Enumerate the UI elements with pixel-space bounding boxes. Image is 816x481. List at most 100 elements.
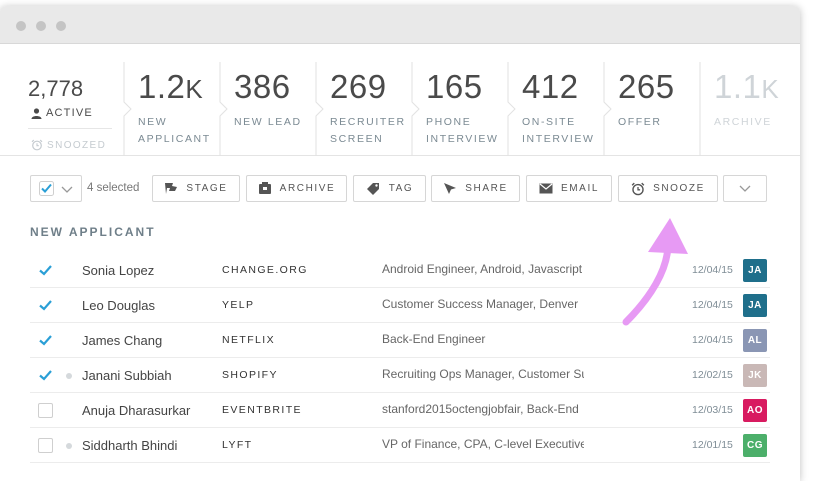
window-close-dot[interactable] (16, 21, 26, 31)
stage-label: NEW LEAD (234, 116, 302, 128)
archive-box-icon (258, 182, 271, 194)
candidate-name[interactable]: Leo Douglas (82, 298, 155, 313)
archive-button-label: ARCHIVE (279, 183, 336, 194)
stage-new-applicant[interactable]: 1.2K NEW APPLICANT (138, 52, 216, 156)
stage-label: RECRUITER SCREEN (330, 116, 406, 145)
stage-count: 269 (330, 68, 387, 105)
presence-dot-icon (66, 373, 72, 379)
candidate-company: YELP (222, 299, 255, 311)
candidate-company: EVENTBRITE (222, 404, 302, 416)
share-button[interactable]: SHARE (431, 175, 520, 202)
chevron-divider-icon (219, 62, 228, 156)
snooze-button-label: SNOOZE (653, 183, 705, 194)
annotation-arrow-icon (622, 218, 688, 326)
chevron-down-icon (739, 185, 751, 192)
stage-count: 412 (522, 68, 579, 105)
stage-count: 1.2 (138, 68, 186, 105)
row-checkbox[interactable] (38, 403, 53, 418)
row-checkbox-checked[interactable] (38, 333, 53, 348)
pipeline-stages: 1.2K NEW APPLICANT 386 NEW LEAD 269 RECR… (0, 52, 800, 156)
snooze-button[interactable]: SNOOZE (618, 175, 718, 202)
flag-icon (165, 183, 178, 194)
avatar[interactable]: AO (743, 399, 767, 422)
alarm-clock-icon (631, 182, 645, 195)
table-row[interactable]: Siddharth Bhindi LYFT VP of Finance, CPA, … (30, 428, 770, 463)
archive-button[interactable]: ARCHIVE (246, 175, 347, 202)
bulk-action-toolbar: 4 selected STAGE ARCHIVE TAG SHARE EMAIL… (30, 175, 770, 202)
candidate-role: stanford2015octengjobfair, Back-End (382, 402, 579, 416)
more-actions-button[interactable] (723, 175, 767, 202)
candidate-role: Android Engineer, Android, Javascript (382, 262, 583, 276)
candidate-name[interactable]: Anuja Dharasurkar (82, 403, 190, 418)
stage-button-label: STAGE (186, 183, 228, 194)
email-button-label: EMAIL (560, 183, 599, 194)
candidate-company: CHANGE.ORG (222, 264, 308, 276)
stage-archive[interactable]: 1.1K ARCHIVE (714, 52, 792, 156)
candidate-date: 12/04/15 (692, 334, 733, 346)
envelope-icon (539, 183, 553, 194)
stage-label: ARCHIVE (714, 116, 772, 128)
candidate-company: SHOPIFY (222, 369, 278, 381)
candidate-company: LYFT (222, 439, 253, 451)
stage-on-site-interview[interactable]: 412 ON-SITE INTERVIEW (522, 52, 600, 156)
candidate-role: VP of Finance, CPA, C-level Executive, F… (382, 437, 584, 451)
stage-label: NEW APPLICANT (138, 116, 211, 145)
email-button[interactable]: EMAIL (526, 175, 612, 202)
window-minimize-dot[interactable] (36, 21, 46, 31)
stage-count: 386 (234, 68, 291, 105)
candidate-role: Back-End Engineer (382, 332, 486, 346)
candidate-date: 12/02/15 (692, 369, 733, 381)
chevron-divider-icon (507, 62, 516, 156)
title-bar (0, 6, 800, 44)
stage-count: 1.1 (714, 68, 762, 105)
avatar[interactable]: CG (743, 434, 767, 457)
selected-count: 4 selected (87, 182, 140, 194)
checkbox-checked-icon[interactable] (39, 181, 54, 196)
stage-label: OFFER (618, 116, 662, 128)
stage-label: PHONE INTERVIEW (426, 116, 499, 145)
stage-recruiter-screen[interactable]: 269 RECRUITER SCREEN (330, 52, 408, 156)
share-cursor-icon (444, 183, 457, 194)
stage-phone-interview[interactable]: 165 PHONE INTERVIEW (426, 52, 504, 156)
stage-new-lead[interactable]: 386 NEW LEAD (234, 52, 312, 156)
avatar[interactable]: AL (743, 329, 767, 352)
avatar[interactable]: JA (743, 294, 767, 317)
stage-count: 165 (426, 68, 483, 105)
window-zoom-dot[interactable] (56, 21, 66, 31)
candidate-name[interactable]: Siddharth Bhindi (82, 438, 177, 453)
section-title: NEW APPLICANT (30, 225, 156, 239)
candidate-date: 12/03/15 (692, 404, 733, 416)
candidate-date: 12/01/15 (692, 439, 733, 451)
row-checkbox-checked[interactable] (38, 298, 53, 313)
table-row[interactable]: Janani Subbiah SHOPIFY Recruiting Ops Mana… (30, 358, 770, 393)
candidate-name[interactable]: James Chang (82, 333, 162, 348)
avatar[interactable]: JK (743, 364, 767, 387)
stage-count: 265 (618, 68, 675, 105)
row-checkbox-checked[interactable] (38, 263, 53, 278)
row-checkbox[interactable] (38, 438, 53, 453)
tag-button[interactable]: TAG (353, 175, 426, 202)
chevron-divider-icon (411, 62, 420, 156)
chevron-divider-icon (315, 62, 324, 156)
stage-count-unit: K (761, 74, 780, 104)
tag-icon (366, 183, 379, 195)
stage-label: ON-SITE INTERVIEW (522, 116, 595, 145)
table-row[interactable]: Anuja Dharasurkar EVENTBRITE stanford2015o… (30, 393, 770, 428)
row-checkbox-checked[interactable] (38, 368, 53, 383)
tag-button-label: TAG (388, 183, 414, 194)
share-button-label: SHARE (465, 183, 508, 194)
candidate-name[interactable]: Janani Subbiah (82, 368, 172, 383)
presence-dot-icon (66, 443, 72, 449)
avatar[interactable]: JA (743, 259, 767, 282)
candidate-company: NETFLIX (222, 334, 275, 346)
candidate-role: Recruiting Ops Manager, Customer Success (382, 367, 584, 381)
chevron-divider-icon (123, 62, 132, 156)
chevron-divider-icon (699, 62, 701, 156)
candidate-name[interactable]: Sonia Lopez (82, 263, 154, 278)
select-all-dropdown[interactable] (30, 175, 82, 202)
stage-count-unit: K (185, 74, 204, 104)
stage-offer[interactable]: 265 OFFER (618, 52, 696, 156)
stage-button[interactable]: STAGE (152, 175, 240, 202)
chevron-divider-icon (603, 62, 612, 156)
chevron-down-icon (61, 186, 73, 193)
